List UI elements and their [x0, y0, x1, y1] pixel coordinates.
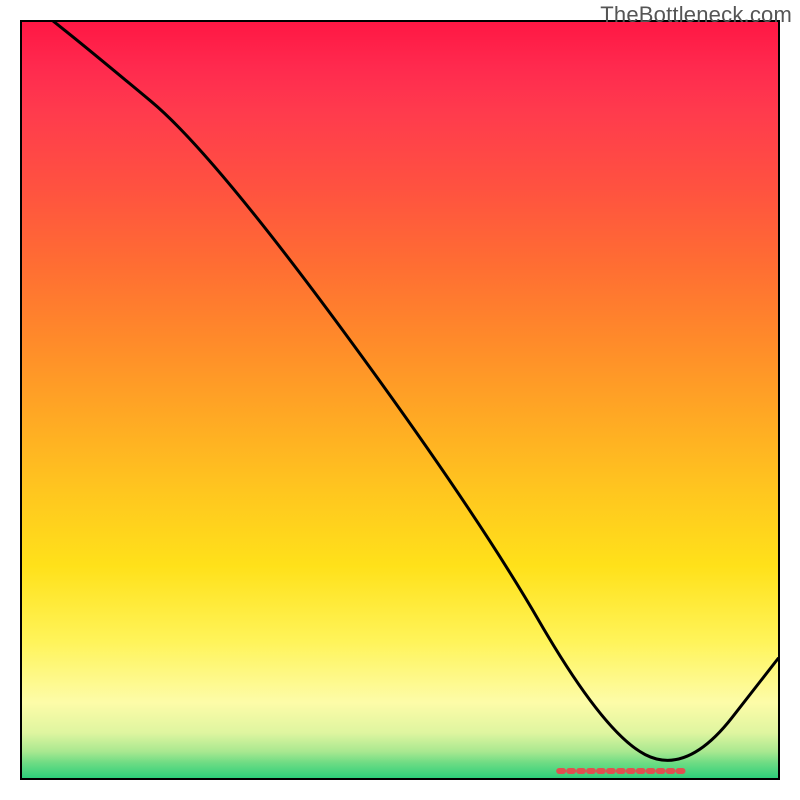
- chart-frame: [20, 20, 780, 780]
- chart-overlay: [22, 22, 778, 778]
- bottleneck-curve: [42, 22, 778, 760]
- watermark-text: TheBottleneck.com: [600, 2, 792, 28]
- bottleneck-chart: TheBottleneck.com: [0, 0, 800, 800]
